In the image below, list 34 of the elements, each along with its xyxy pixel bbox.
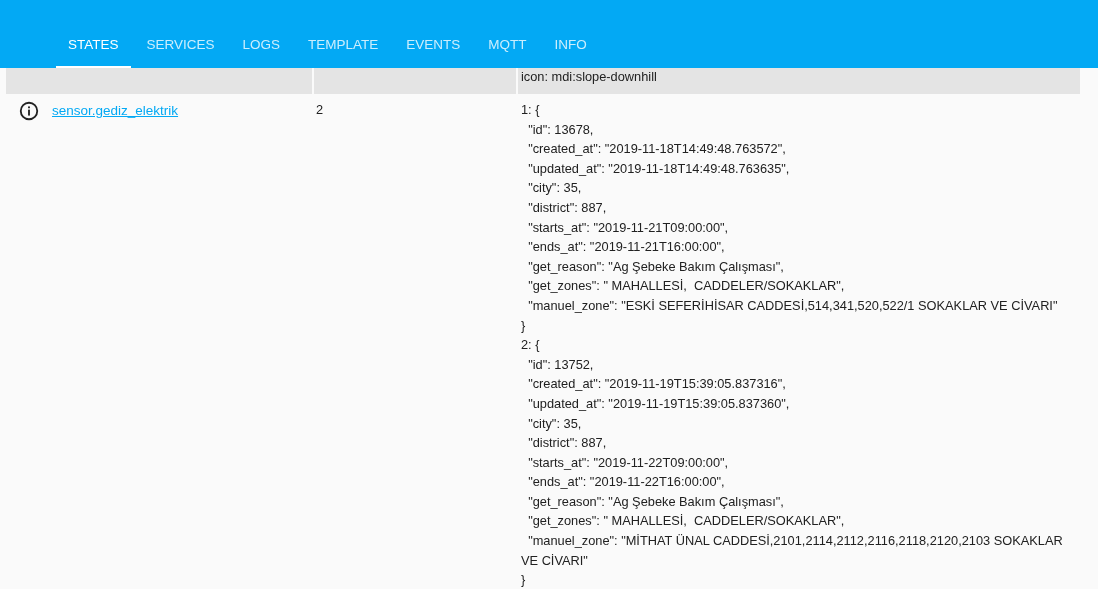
attribute-line: "created_at": "2019-11-18T14:49:48.763572", xyxy=(527,140,787,159)
attribute-line: "city": 35, xyxy=(527,179,583,198)
attribute-line: "city": 35, xyxy=(527,414,583,433)
attribute-line: "manuel_zone": "ESKİ SEFERİHİSAR CADDESİ,514,341,520,522/1 SOKAKLAR VE CİVARI" xyxy=(527,296,1059,315)
entity-link[interactable]: sensor.gediz_elektrik xyxy=(52,103,179,118)
attribute-line: icon: mdi:slope-downhill xyxy=(521,68,658,86)
tab[interactable]: EVENTS xyxy=(394,22,473,68)
attribute-line: "id": 13678, xyxy=(527,120,595,139)
attribute-line: "ends_at": "2019-11-22T16:00:00", xyxy=(527,473,726,492)
info-icon[interactable] xyxy=(18,100,40,122)
attribute-line: } xyxy=(521,316,527,335)
attribute-line: "get_zones": " MAHALLESİ, CADDELER/SOKAKLAR", xyxy=(527,277,846,296)
attribute-line: "id": 13752, xyxy=(527,355,595,374)
tab[interactable]: MQTT xyxy=(476,22,539,68)
tab[interactable]: INFO xyxy=(542,22,599,68)
attribute-line: 2: { xyxy=(521,336,541,355)
attribute-line: "district": 887, xyxy=(527,198,608,217)
tab[interactable]: TEMPLATE xyxy=(296,22,391,68)
attribute-line: "created_at": "2019-11-19T15:39:05.837316", xyxy=(527,375,787,394)
attribute-line: "starts_at": "2019-11-22T09:00:00", xyxy=(527,453,730,472)
tab[interactable]: SERVICES xyxy=(134,22,227,68)
attribute-line: "get_reason": "Ag Şebeke Bakım Çalışması", xyxy=(527,492,785,511)
tab[interactable]: LOGS xyxy=(230,22,293,68)
attribute-line: "updated_at": "2019-11-19T15:39:05.837360", xyxy=(527,394,791,413)
attribute-line: "updated_at": "2019-11-18T14:49:48.763635", xyxy=(527,159,791,178)
attribute-line: "ends_at": "2019-11-21T16:00:00", xyxy=(527,238,726,257)
attribute-line: "get_zones": " MAHALLESİ, CADDELER/SOKAKLAR", xyxy=(527,512,846,531)
attribute-line: "district": 887, xyxy=(527,434,608,453)
attribute-line: "get_reason": "Ag Şebeke Bakım Çalışması", xyxy=(527,257,785,276)
attribute-line: "starts_at": "2019-11-21T09:00:00", xyxy=(527,218,730,237)
attribute-line: "manuel_zone": "MİTHAT ÜNAL CADDESİ,2101,2114,2112,2116,2118,2120,2103 SOKAKLAR VE CİVARI" xyxy=(521,532,1064,570)
attribute-line: } xyxy=(521,571,527,589)
attribute-line: 1: { xyxy=(521,101,541,119)
state-value: 2 xyxy=(316,102,324,117)
